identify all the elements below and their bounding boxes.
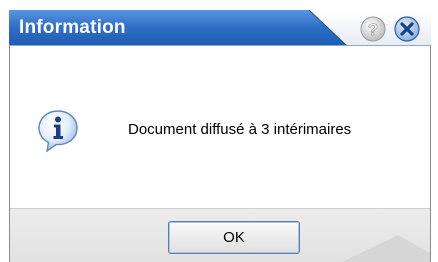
dialog-title: Information	[19, 17, 126, 38]
dialog-footer: OK	[10, 208, 430, 262]
message-text: Document diffusé à 3 intérimaires	[128, 121, 352, 138]
help-icon: ?	[360, 16, 386, 42]
svg-text:?: ?	[368, 20, 378, 39]
info-icon	[35, 108, 81, 154]
ok-button[interactable]: OK	[168, 221, 300, 254]
help-button[interactable]: ?	[360, 16, 386, 42]
close-icon	[394, 16, 420, 42]
title-bar[interactable]: Information ?	[9, 10, 431, 46]
information-dialog: Information ? Document diffusé à 3 intér…	[0, 0, 438, 262]
dialog-content: Document diffusé à 3 intérimaires	[10, 46, 430, 208]
close-button[interactable]	[394, 16, 420, 42]
